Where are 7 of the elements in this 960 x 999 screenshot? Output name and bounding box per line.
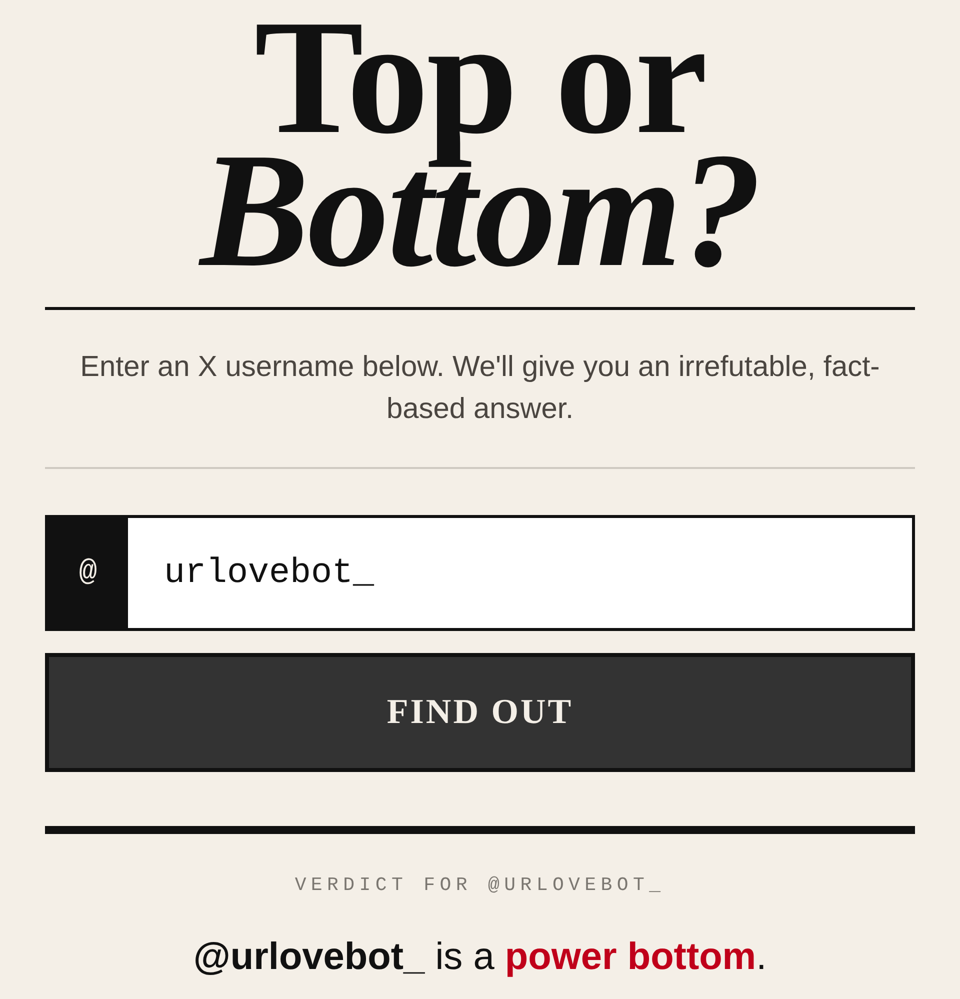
at-prefix: @ bbox=[78, 554, 98, 592]
verdict-heading: VERDICT FOR @URLOVEBOT_ bbox=[294, 873, 666, 898]
find-out-button[interactable]: FIND OUT bbox=[45, 653, 915, 772]
intro-text: Enter an X username below. We'll give you an irrefutable, fact-based answer. bbox=[79, 350, 881, 427]
page-title: Top or Bottom? bbox=[200, 11, 760, 277]
verdict-sentence: @urlovebot_ is a power bottom. bbox=[193, 935, 767, 980]
username-field[interactable]: urlovebot_ bbox=[128, 518, 912, 628]
